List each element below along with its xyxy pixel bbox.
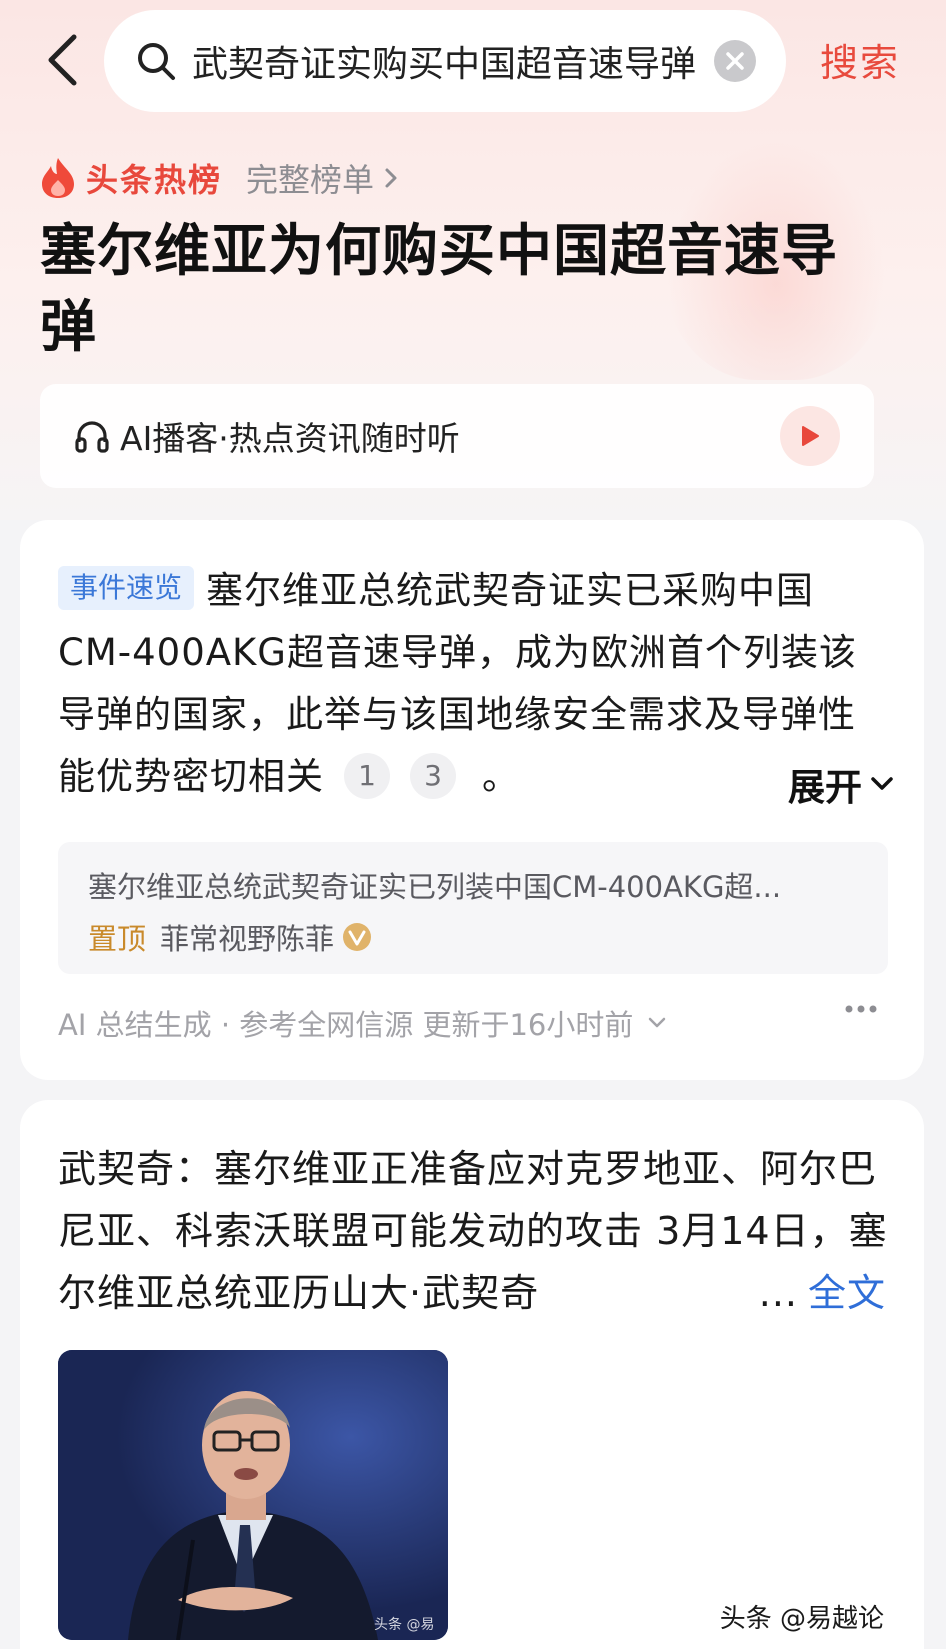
reference-badge[interactable]: 1 <box>344 753 390 799</box>
source-title: 塞尔维亚总统武契奇证实已列装中国CM-400AKG超... <box>88 870 782 904</box>
person-photo <box>58 1350 448 1640</box>
reference-badge[interactable]: 3 <box>410 753 456 799</box>
full-list-label: 完整榜单 <box>246 161 375 199</box>
expand-label: 展开 <box>788 766 862 809</box>
search-field[interactable]: 武契奇证实购买中国超音速导弹 <box>104 10 786 112</box>
full-text-label: 全文 <box>807 1271 886 1315</box>
summary-body: 事件速览 塞尔维亚总统武契奇证实已采购中国CM-400AKG超音速导弹，成为欧洲首… <box>58 560 888 808</box>
hotlist-title: 头条热榜 <box>86 161 223 199</box>
summary-footer-text: AI 总结生成 · 参考全网信源 更新于16小时前 <box>58 1008 634 1042</box>
verified-badge-icon <box>343 923 372 951</box>
event-summary-card: 事件速览 塞尔维亚总统武契奇证实已采购中国CM-400AKG超音速导弹，成为欧洲首… <box>20 520 924 1080</box>
search-input[interactable]: 武契奇证实购买中国超音速导弹 <box>192 35 722 87</box>
play-button[interactable] <box>780 406 840 466</box>
podcast-label: AI播客·热点资讯随时听 <box>120 419 460 458</box>
flame-icon <box>42 158 74 198</box>
headphone-icon <box>75 421 109 453</box>
source-author: 菲常视野陈菲 <box>160 922 335 956</box>
expand-button[interactable]: 展开 <box>780 757 894 811</box>
article-image[interactable]: 头条 @易 <box>58 1350 448 1640</box>
hotlist-header: 头条热榜 完整榜单 <box>40 150 398 206</box>
chevron-down-icon <box>871 777 893 790</box>
chevron-right-icon <box>385 168 397 188</box>
image-watermark: 头条 @易 <box>374 1617 435 1633</box>
summary-footer: AI 总结生成 · 参考全网信源 更新于16小时前 <box>58 998 888 1048</box>
ai-podcast-bar[interactable]: AI播客·热点资讯随时听 <box>40 384 874 488</box>
source-meta: 置顶 菲常视野陈菲 <box>88 916 372 958</box>
summary-period: 。 <box>482 755 520 798</box>
search-button[interactable]: 搜索 <box>820 32 900 87</box>
play-icon <box>802 426 819 446</box>
back-button[interactable] <box>40 30 84 90</box>
ellipsis: ... <box>758 1271 798 1315</box>
chevron-down-icon[interactable] <box>647 1016 667 1030</box>
search-results-page: 武契奇证实购买中国超音速导弹 搜索 头条热榜 完整榜单 塞尔维亚为何购买中国超音… <box>0 0 946 1649</box>
full-text-link[interactable]: ... 全文 <box>752 1262 886 1317</box>
page-title: 塞尔维亚为何购买中国超音速导弹 <box>40 219 838 360</box>
page-watermark: 头条 @易越论 <box>719 1604 884 1634</box>
close-icon <box>726 52 744 70</box>
pinned-tag: 置顶 <box>88 922 147 956</box>
event-tag: 事件速览 <box>58 566 195 610</box>
article-card[interactable]: 武契奇：塞尔维亚正准备应对克罗地亚、阿尔巴尼亚、科索沃联盟可能发动的攻击 3月1… <box>20 1100 924 1649</box>
search-icon <box>138 43 175 80</box>
source-reference[interactable]: 塞尔维亚总统武契奇证实已列装中国CM-400AKG超... 置顶 菲常视野陈菲 <box>58 842 888 974</box>
clear-search-button[interactable] <box>714 40 756 82</box>
more-options-icon[interactable] <box>844 1004 878 1014</box>
full-list-link[interactable]: 完整榜单 <box>246 155 398 201</box>
chevron-left-icon <box>48 34 77 86</box>
search-bar: 武契奇证实购买中国超音速导弹 搜索 <box>0 0 946 120</box>
